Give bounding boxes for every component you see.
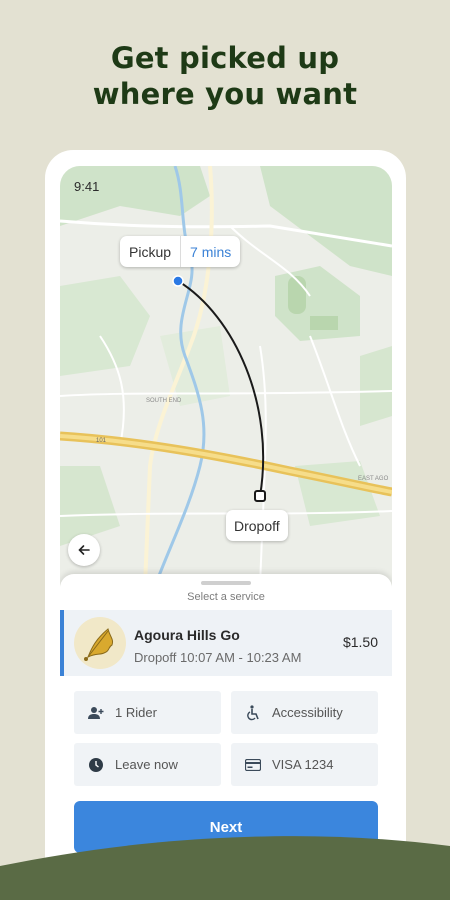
map-label-east: EAST AGO	[358, 476, 389, 482]
riders-label: 1 Rider	[115, 705, 157, 720]
service-sheet: Select a service Agoura Hills Go Dropoff…	[60, 574, 392, 900]
app-screen: SOUTH END EAST AGO 101 9:41 Pickup 7 min…	[60, 166, 392, 900]
accessibility-icon	[244, 704, 262, 722]
headline: Get picked up where you want	[0, 40, 450, 112]
service-option-card[interactable]: Agoura Hills Go Dropoff 10:07 AM - 10:23…	[60, 610, 392, 676]
accessibility-option[interactable]: Accessibility	[231, 691, 378, 734]
status-time: 9:41	[74, 179, 100, 194]
rider-icon	[87, 704, 105, 722]
payment-label: VISA 1234	[272, 757, 334, 772]
oak-leaf-logo	[74, 617, 126, 669]
service-price: $1.50	[342, 634, 378, 650]
map-label-south-end: SOUTH END	[146, 398, 182, 404]
sheet-title: Select a service	[187, 591, 265, 603]
accessibility-label: Accessibility	[272, 705, 343, 720]
map-label-highway: 101	[96, 438, 107, 444]
dropoff-marker-label[interactable]: Dropoff	[226, 510, 288, 541]
leave-time-option[interactable]: Leave now	[74, 743, 221, 786]
leave-time-label: Leave now	[115, 757, 178, 772]
riders-option[interactable]: 1 Rider	[74, 691, 221, 734]
pickup-eta: 7 mins	[180, 236, 240, 267]
payment-option[interactable]: VISA 1234	[231, 743, 378, 786]
pickup-marker-label[interactable]: Pickup 7 mins	[120, 236, 241, 267]
credit-card-icon	[244, 756, 262, 774]
back-button[interactable]	[68, 534, 100, 566]
pickup-label: Pickup	[129, 243, 172, 260]
next-button[interactable]: Next	[74, 801, 378, 853]
service-dropoff-window: Dropoff 10:07 AM - 10:23 AM	[134, 650, 302, 665]
headline-line-2: where you want	[92, 77, 358, 111]
back-arrow-icon	[78, 545, 90, 555]
headline-line-1: Get picked up	[110, 41, 340, 75]
sheet-drag-handle[interactable]	[201, 581, 251, 585]
clock-icon	[87, 756, 105, 774]
service-name: Agoura Hills Go	[134, 627, 240, 643]
